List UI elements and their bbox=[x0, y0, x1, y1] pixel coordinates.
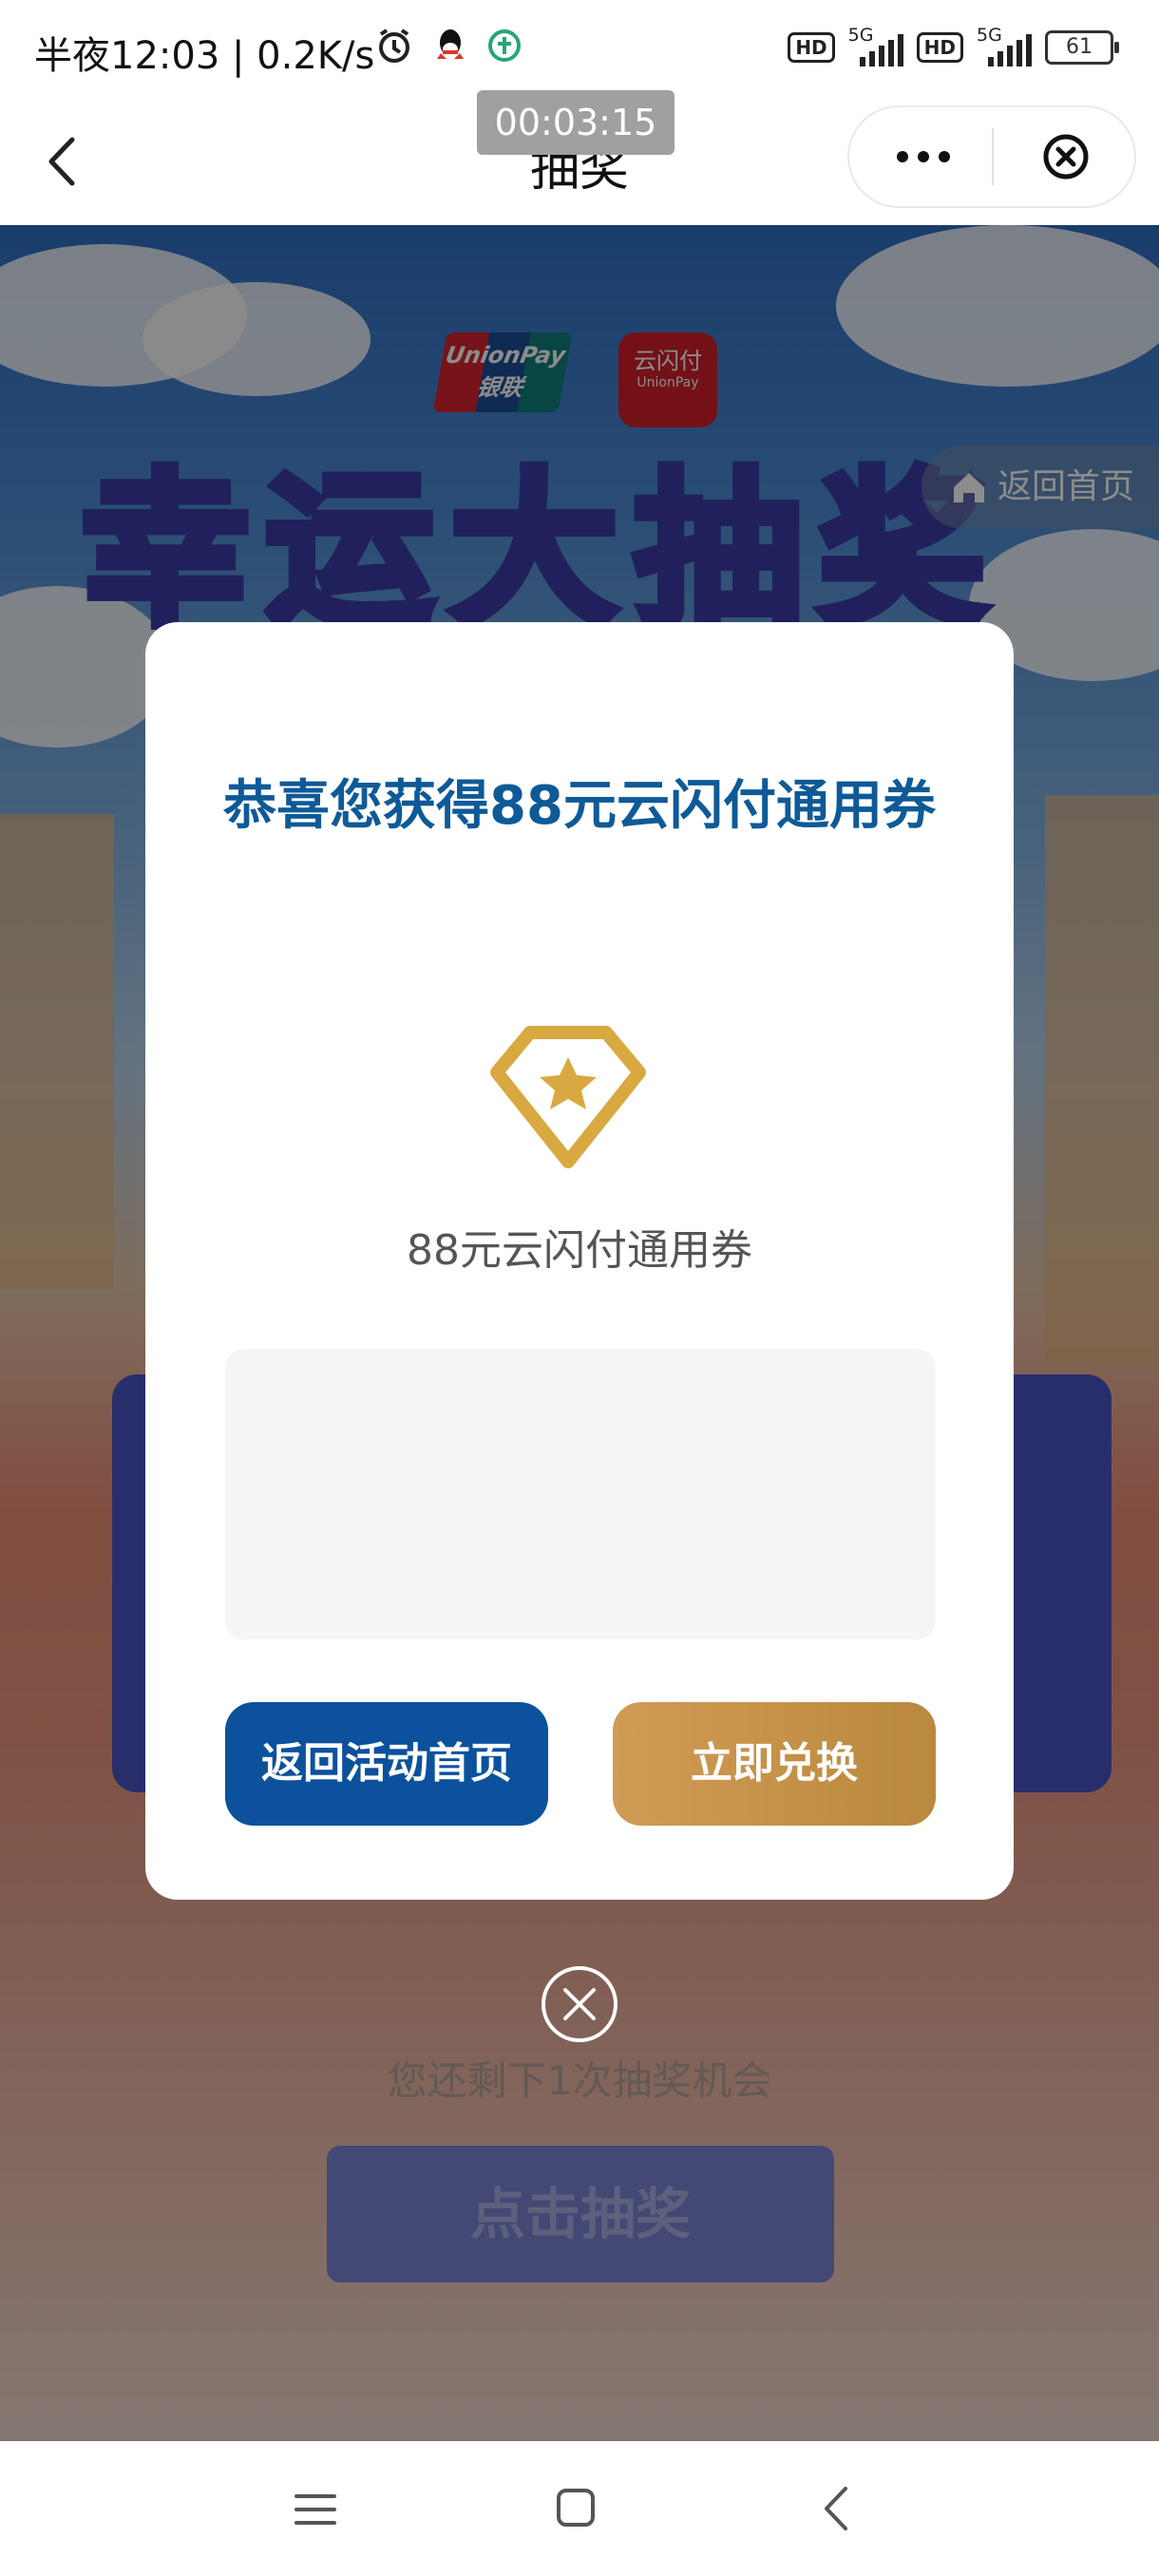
coupon-code-area bbox=[225, 1349, 936, 1639]
mini-app-capsule bbox=[847, 105, 1136, 208]
prize-modal: 恭喜您获得88元云闪付通用券 88元云闪付通用券 返回活动首页 立即兑换 bbox=[145, 622, 1014, 1900]
hd-badge: HD bbox=[788, 32, 835, 63]
hd-badge-2: HD bbox=[916, 32, 963, 63]
more-dots-icon[interactable] bbox=[885, 136, 961, 178]
alarm-icon bbox=[379, 28, 409, 63]
battery-indicator: 61 bbox=[1045, 30, 1119, 65]
screen-record-timer: 00:03:15 bbox=[477, 90, 674, 155]
signal-icon: 5G bbox=[848, 25, 903, 66]
menu-icon[interactable] bbox=[294, 2491, 336, 2529]
app-notification-icon bbox=[488, 29, 521, 62]
diamond-star-icon bbox=[490, 1026, 646, 1168]
prize-congrats-title: 恭喜您获得88元云闪付通用券 bbox=[223, 775, 936, 837]
mini-app-titlebar: 抽奖 00:03:15 bbox=[0, 90, 1159, 225]
status-time-speed: 半夜12:03 | 0.2K/s bbox=[34, 34, 375, 78]
system-nav-bar bbox=[0, 2441, 1159, 2576]
status-right: HD 5G HD 5G 61 bbox=[788, 25, 1119, 66]
back-to-activity-home-button[interactable]: 返回活动首页 bbox=[225, 1702, 548, 1826]
capsule-divider bbox=[992, 128, 994, 185]
close-circle-icon[interactable] bbox=[1041, 132, 1091, 181]
home-square-icon[interactable] bbox=[555, 2487, 597, 2529]
status-bar: 半夜12:03 | 0.2K/s HD 5G HD 5G 61 bbox=[0, 0, 1159, 100]
signal-icon-2: 5G bbox=[977, 25, 1032, 66]
modal-close-icon[interactable] bbox=[540, 1964, 619, 2044]
status-icons bbox=[375, 27, 522, 65]
redeem-now-button[interactable]: 立即兑换 bbox=[613, 1702, 936, 1826]
back-icon[interactable] bbox=[817, 2483, 855, 2534]
prize-name: 88元云闪付通用券 bbox=[407, 1226, 752, 1275]
qq-icon bbox=[437, 29, 464, 59]
